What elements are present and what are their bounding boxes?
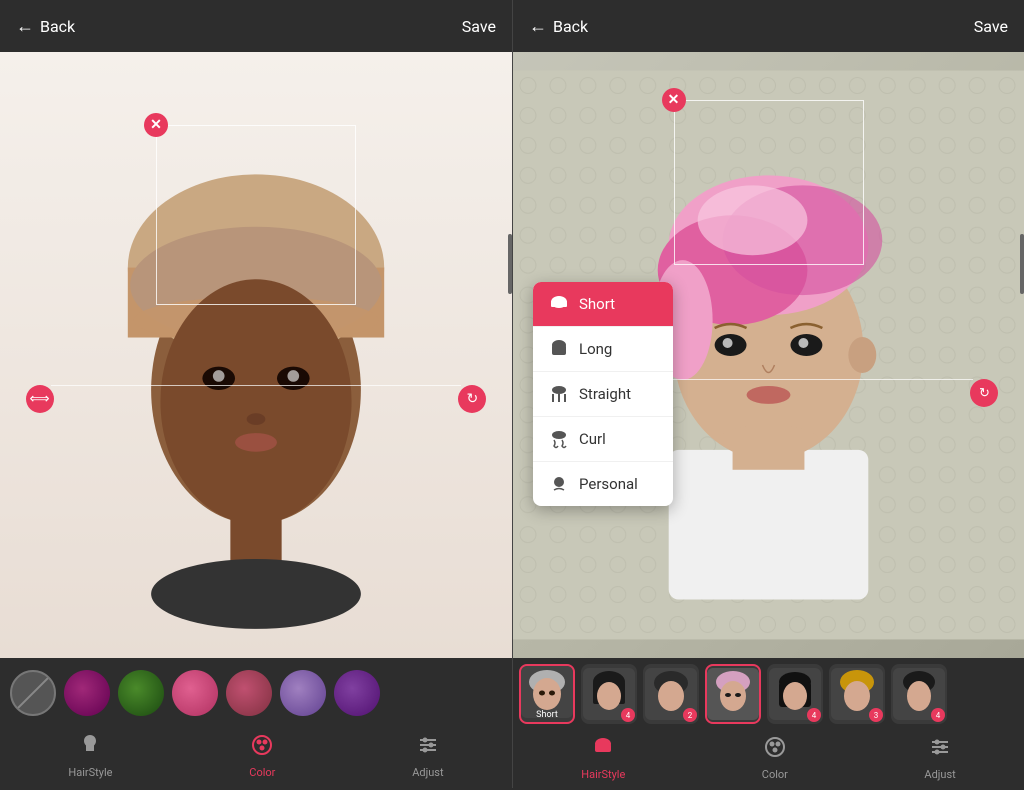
right-hairstyle-6[interactable]: 3 xyxy=(829,664,885,724)
left-face-svg xyxy=(0,52,512,658)
right-hairstyle-4[interactable] xyxy=(705,664,761,724)
left-back-label: Back xyxy=(40,17,75,36)
right-dropdown-straight[interactable]: Straight xyxy=(533,372,673,417)
long-hair-icon xyxy=(549,339,569,359)
left-scroll-indicator[interactable] xyxy=(508,234,512,294)
right-panel: ← Back Save xyxy=(512,0,1024,788)
right-back-button[interactable]: ← Back xyxy=(529,16,588,37)
right-hairstyle-row: Short 4 2 xyxy=(513,658,1024,730)
right-image-area: Short Long Straight Curl xyxy=(513,52,1024,658)
right-scroll-indicator[interactable] xyxy=(1020,234,1024,294)
left-bottom-bar: HairStyle Color Adjust xyxy=(0,658,512,788)
right-back-label: Back xyxy=(553,17,588,36)
left-tab-hairstyle-label: HairStyle xyxy=(68,766,112,779)
right-hairstyle-short[interactable]: Short xyxy=(519,664,575,724)
left-adjust-icon xyxy=(416,733,440,763)
right-bottom-bar: Short 4 2 xyxy=(513,658,1024,788)
dropdown-straight-label: Straight xyxy=(579,385,631,403)
right-tab-color-label: Color xyxy=(762,768,788,781)
right-dropdown-personal[interactable]: Personal xyxy=(533,462,673,506)
right-hairstyle-7[interactable]: 4 xyxy=(891,664,947,724)
left-back-button[interactable]: ← Back xyxy=(16,16,75,37)
dropdown-personal-label: Personal xyxy=(579,475,638,493)
left-color-1[interactable] xyxy=(64,670,110,716)
dropdown-curl-label: Curl xyxy=(579,430,606,448)
left-horizontal-guide xyxy=(51,385,461,386)
right-dropdown-long[interactable]: Long xyxy=(533,327,673,372)
left-color-2[interactable] xyxy=(118,670,164,716)
right-adjust-tab-icon xyxy=(928,735,952,765)
right-hairstyle-tab-icon xyxy=(591,735,615,765)
left-color-none[interactable] xyxy=(10,670,56,716)
left-image-area: ✕ ⟺ ↻ xyxy=(0,52,512,658)
left-color-4[interactable] xyxy=(226,670,272,716)
hairstyle-6-badge: 3 xyxy=(869,708,883,722)
left-handle-left[interactable]: ⟺ xyxy=(26,385,54,413)
personal-hair-icon xyxy=(549,474,569,494)
left-tab-bar: HairStyle Color Adjust xyxy=(0,728,512,788)
straight-hair-icon xyxy=(549,384,569,404)
short-hair-icon xyxy=(549,294,569,314)
right-hairstyle-2[interactable]: 4 xyxy=(581,664,637,724)
left-top-bar: ← Back Save xyxy=(0,0,512,52)
right-dropdown-short[interactable]: Short xyxy=(533,282,673,327)
left-color-5[interactable] xyxy=(280,670,326,716)
right-tab-adjust[interactable]: Adjust xyxy=(924,735,955,781)
left-color-row xyxy=(0,658,512,728)
right-hairstyle-3[interactable]: 2 xyxy=(643,664,699,724)
left-color-icon xyxy=(250,733,274,763)
right-hairstyle-5[interactable]: 4 xyxy=(767,664,823,724)
right-color-tab-icon xyxy=(763,735,787,765)
left-tab-color-label: Color xyxy=(249,766,275,779)
dropdown-short-label: Short xyxy=(579,295,615,313)
hairstyle-7-badge: 4 xyxy=(931,708,945,722)
left-save-button[interactable]: Save xyxy=(462,17,496,36)
left-tab-adjust-label: Adjust xyxy=(412,766,443,779)
left-tab-adjust[interactable]: Adjust xyxy=(412,733,443,779)
hairstyle-3-badge: 2 xyxy=(683,708,697,722)
dropdown-long-label: Long xyxy=(579,340,612,358)
right-tab-hairstyle-label: HairStyle xyxy=(581,768,625,781)
right-save-button[interactable]: Save xyxy=(974,17,1008,36)
left-tab-hairstyle[interactable]: HairStyle xyxy=(68,733,112,779)
right-back-arrow-icon: ← xyxy=(529,16,547,37)
right-top-bar: ← Back Save xyxy=(513,0,1024,52)
left-back-arrow-icon: ← xyxy=(16,16,34,37)
right-tab-color[interactable]: Color xyxy=(762,735,788,781)
right-dropdown-menu: Short Long Straight Curl xyxy=(533,282,673,506)
hairstyle-4-preview xyxy=(707,668,759,720)
curl-hair-icon xyxy=(549,429,569,449)
right-dropdown-curl[interactable]: Curl xyxy=(533,417,673,462)
left-tab-color[interactable]: Color xyxy=(249,733,275,779)
left-panel: ← Back Save xyxy=(0,0,512,788)
right-tab-adjust-label: Adjust xyxy=(924,768,955,781)
left-color-3[interactable] xyxy=(172,670,218,716)
short-thumb-label: Short xyxy=(521,710,573,720)
right-tab-bar: HairStyle Color Adjust xyxy=(513,730,1024,790)
left-hairstyle-icon xyxy=(78,733,102,763)
right-close-button[interactable]: ✕ xyxy=(662,88,686,112)
hairstyle-2-badge: 4 xyxy=(621,708,635,722)
left-color-6[interactable] xyxy=(334,670,380,716)
left-close-button[interactable]: ✕ xyxy=(144,113,168,137)
right-tab-hairstyle[interactable]: HairStyle xyxy=(581,735,625,781)
hairstyle-5-badge: 4 xyxy=(807,708,821,722)
